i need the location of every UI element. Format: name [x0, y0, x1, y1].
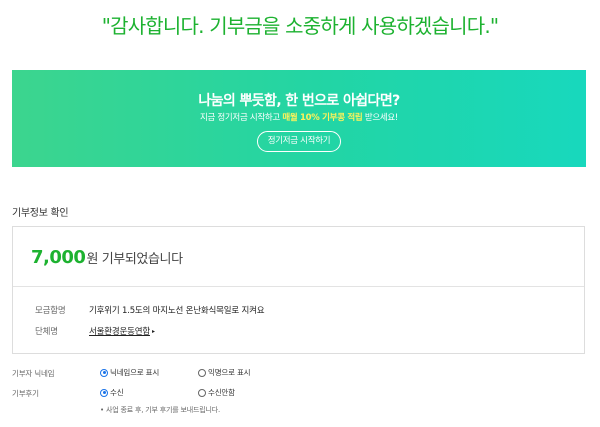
radio-selected-icon: [100, 388, 108, 397]
radio-review-decline[interactable]: 수신안함: [198, 387, 235, 398]
radio-review-receive[interactable]: 수신: [100, 387, 124, 398]
section-title: 기부정보 확인: [12, 208, 69, 219]
radio-nickname-display[interactable]: 닉네임으로 표시: [100, 367, 159, 378]
radio-anonymous-display[interactable]: 익명으로 표시: [198, 367, 251, 378]
radio-label: 닉네임으로 표시: [110, 368, 160, 377]
donation-amount: 7,000: [31, 247, 86, 268]
banner-subtitle-highlight: 매월 10% 기부콩 적립: [282, 113, 363, 123]
caret-right-icon: ▸: [151, 328, 155, 335]
radio-label: 익명으로 표시: [208, 368, 251, 377]
organization-value: 서울환경운동연합 ▸: [89, 325, 155, 337]
campaign-name: 기후위기 1.5도의 마지노선 온난화식목일로 지켜요: [89, 306, 265, 316]
start-regular-savings-button[interactable]: 정기저금 시작하기: [257, 131, 341, 152]
banner-subtitle: 지금 정기저금 시작하고 매월 10% 기부콩 적립 받으세요!: [12, 111, 586, 123]
campaign-label: 모금함명: [35, 306, 66, 316]
donation-amount-text: 원 기부되었습니다: [86, 252, 183, 267]
banner-subtitle-end: 받으세요!: [364, 113, 399, 123]
donation-amount-row: 7,000원 기부되었습니다: [31, 247, 183, 271]
banner-subtitle-text: 지금 정기저금 시작하고: [199, 113, 280, 123]
radio-label: 수신: [110, 388, 124, 397]
nickname-option-label: 기부자 닉네임: [12, 369, 55, 378]
card-divider: [13, 286, 584, 287]
review-note: • 사업 종료 후, 기부 후기를 보내드립니다.: [100, 406, 220, 414]
radio-unselected-icon: [198, 388, 206, 397]
donation-info-card: 7,000원 기부되었습니다 모금함명 기후위기 1.5도의 마지노선 온난화식…: [12, 226, 585, 354]
review-option-label: 기부후기: [12, 389, 39, 398]
organization-link[interactable]: 서울환경운동연합: [89, 327, 150, 337]
organization-label: 단체명: [35, 327, 58, 337]
radio-unselected-icon: [198, 368, 206, 377]
radio-selected-icon: [100, 368, 108, 377]
regular-savings-banner: 나눔의 뿌듯함, 한 번으로 아쉽다면? 지금 정기저금 시작하고 매월 10%…: [12, 70, 586, 167]
banner-title: 나눔의 뿌듯함, 한 번으로 아쉽다면?: [198, 93, 400, 109]
radio-label: 수신안함: [208, 388, 235, 397]
thanks-message: "감사합니다. 기부금을 소중하게 사용하겠습니다.": [101, 14, 499, 38]
